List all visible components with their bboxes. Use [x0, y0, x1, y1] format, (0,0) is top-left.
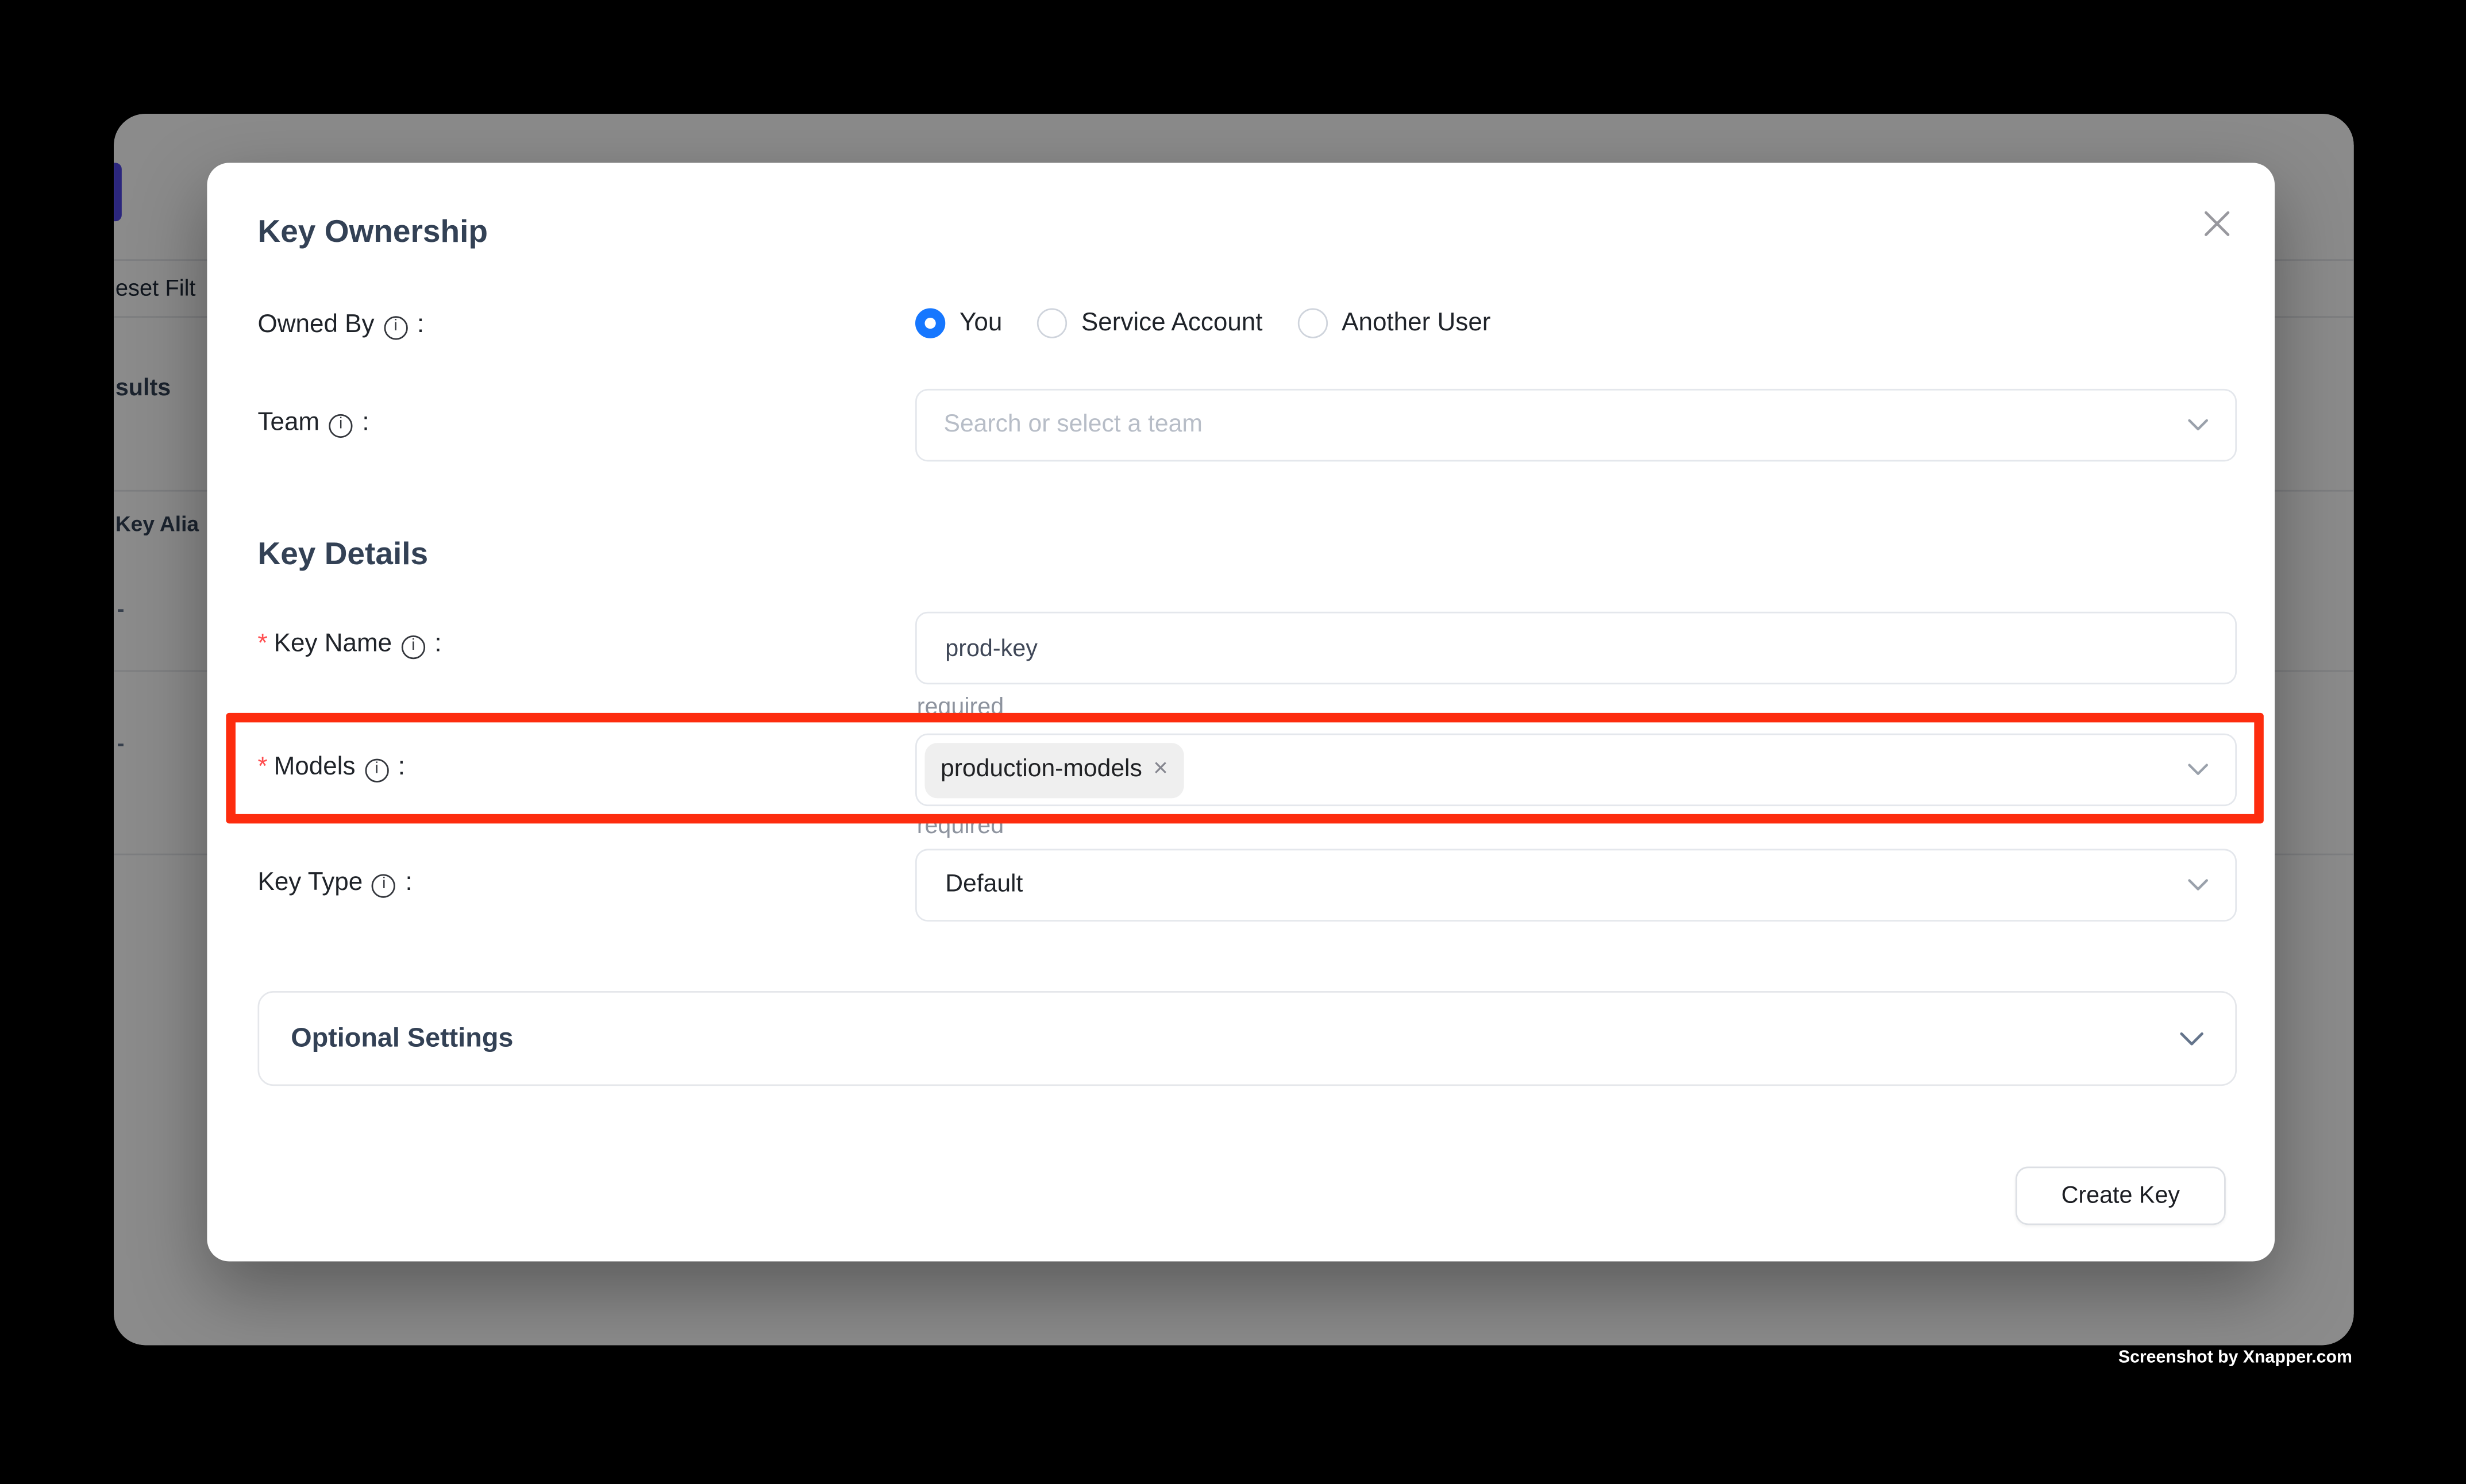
chevron-down-icon — [2188, 764, 2209, 776]
close-icon — [2199, 206, 2233, 240]
required-marker: * — [257, 754, 267, 783]
radio-circle[interactable] — [1037, 308, 1067, 338]
radio-label: Service Account — [1081, 309, 1263, 338]
screenshot-stage: eset Filt sults Key Alia Up - 11/ - 11/ … — [0, 0, 2466, 1484]
info-icon: i — [402, 635, 425, 658]
label-colon: : — [398, 754, 405, 783]
label-colon: : — [362, 410, 369, 438]
label-colon: : — [417, 311, 424, 340]
key-type-label: Key Type i : — [257, 869, 412, 898]
watermark-text: Screenshot by Xnapper.com — [2118, 1348, 2352, 1367]
optional-settings-toggle[interactable]: Optional Settings — [257, 991, 2237, 1086]
key-type-label-text: Key Type — [257, 869, 363, 898]
create-key-modal: Key Ownership Owned By i : You Service A… — [207, 163, 2275, 1261]
key-name-input[interactable] — [917, 613, 2236, 683]
info-icon: i — [372, 873, 396, 897]
key-name-validation-message: required — [917, 694, 1004, 721]
team-select[interactable]: Search or select a team — [915, 389, 2237, 462]
radio-circle[interactable] — [1297, 308, 1327, 338]
modal-title: Key Ownership — [257, 215, 488, 251]
info-icon: i — [365, 758, 388, 781]
label-colon: : — [405, 869, 412, 898]
team-select-placeholder: Search or select a team — [944, 411, 1203, 440]
remove-tag-icon[interactable]: × — [1153, 757, 1168, 783]
key-name-input-wrap — [915, 612, 2237, 685]
models-label-text: Models — [274, 754, 356, 783]
key-name-label: * Key Name i : — [257, 631, 441, 660]
required-marker: * — [257, 631, 267, 660]
owned-by-radio-group: You Service Account Another User — [915, 308, 1490, 338]
key-type-selected-value: Default — [945, 871, 1023, 900]
radio-owned-by-you[interactable]: You — [915, 308, 1002, 338]
optional-settings-heading: Optional Settings — [291, 1023, 513, 1054]
info-icon: i — [329, 413, 353, 437]
models-validation-message: required — [917, 812, 1004, 839]
info-icon: i — [384, 315, 407, 339]
team-label-text: Team — [257, 410, 319, 438]
radio-circle[interactable] — [915, 308, 945, 338]
chevron-down-icon — [2180, 1031, 2203, 1046]
key-type-select[interactable]: Default — [915, 849, 2237, 922]
models-select[interactable]: production-models × — [915, 734, 2237, 807]
team-label: Team i : — [257, 410, 369, 438]
radio-owned-by-service-account[interactable]: Service Account — [1037, 308, 1263, 338]
models-label: * Models i : — [257, 754, 405, 783]
models-tag-text: production-models — [941, 756, 1142, 784]
chevron-down-icon — [2188, 419, 2209, 431]
close-button[interactable] — [2199, 206, 2234, 241]
radio-label: You — [960, 309, 1002, 338]
key-details-heading: Key Details — [257, 537, 428, 573]
owned-by-label-text: Owned By — [257, 311, 374, 340]
label-colon: : — [434, 631, 441, 660]
key-name-label-text: Key Name — [274, 631, 392, 660]
owned-by-label: Owned By i : — [257, 311, 424, 340]
radio-label: Another User — [1342, 309, 1490, 338]
create-key-button[interactable]: Create Key — [2016, 1166, 2226, 1225]
models-selected-tag: production-models × — [924, 742, 1184, 797]
radio-owned-by-another-user[interactable]: Another User — [1297, 308, 1490, 338]
chevron-down-icon — [2188, 879, 2209, 892]
